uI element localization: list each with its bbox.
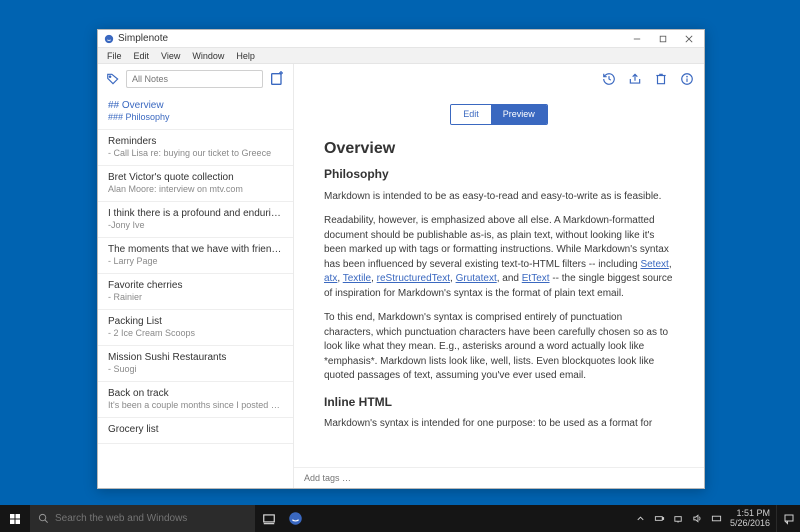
taskbar-app-simplenote[interactable] bbox=[282, 505, 309, 532]
note-list[interactable]: ## Overview ### Philosophy Reminders - C… bbox=[98, 94, 293, 488]
editor-pane: Edit Preview Overview Philosophy Markdow… bbox=[294, 64, 704, 488]
clock-date: 5/26/2016 bbox=[730, 519, 770, 528]
note-snippet: - Call Lisa re: buying our ticket to Gre… bbox=[108, 148, 283, 158]
menu-edit[interactable]: Edit bbox=[129, 51, 155, 61]
note-item[interactable]: The moments that we have with friend… - … bbox=[98, 238, 293, 274]
note-snippet: - 2 Ice Cream Scoops bbox=[108, 328, 283, 338]
note-title: I think there is a profound and enduri… bbox=[108, 208, 283, 219]
taskbar-clock[interactable]: 1:51 PM 5/26/2016 bbox=[730, 509, 770, 528]
info-icon[interactable] bbox=[680, 72, 694, 86]
note-paragraph: To this end, Markdown's syntax is compri… bbox=[324, 311, 674, 384]
note-item[interactable]: Grocery list bbox=[98, 418, 293, 444]
editor-toolbar bbox=[294, 64, 704, 94]
action-center-icon[interactable] bbox=[776, 505, 800, 532]
window-controls bbox=[624, 31, 702, 47]
view-toggle: Edit Preview bbox=[450, 104, 548, 125]
tag-input[interactable] bbox=[294, 467, 704, 488]
note-snippet: - Larry Page bbox=[108, 256, 283, 266]
note-item[interactable]: Bret Victor's quote collection Alan Moor… bbox=[98, 166, 293, 202]
note-item[interactable]: Favorite cherries - Rainier bbox=[98, 274, 293, 310]
note-snippet: - Rainier bbox=[108, 292, 283, 302]
system-tray: 1:51 PM 5/26/2016 bbox=[629, 509, 776, 528]
trash-icon[interactable] bbox=[654, 72, 668, 86]
note-item[interactable]: Back on track It's been a couple months … bbox=[98, 382, 293, 418]
note-title: ## Overview bbox=[108, 100, 283, 111]
note-paragraph: Readability, however, is emphasized abov… bbox=[324, 214, 674, 301]
app-icon bbox=[104, 34, 114, 44]
note-snippet: ### Philosophy bbox=[108, 112, 283, 122]
link-atx[interactable]: atx bbox=[324, 273, 337, 284]
tray-keyboard-icon[interactable] bbox=[711, 513, 722, 524]
search-icon bbox=[38, 513, 49, 524]
app-window: Simplenote File Edit View Window Help bbox=[97, 29, 705, 489]
link-ettext[interactable]: EtText bbox=[522, 273, 550, 284]
taskbar-search-input[interactable] bbox=[55, 513, 247, 524]
note-paragraph: Markdown is intended to be as easy-to-re… bbox=[324, 190, 674, 205]
note-item[interactable]: ## Overview ### Philosophy bbox=[98, 94, 293, 130]
note-title: Bret Victor's quote collection bbox=[108, 172, 283, 183]
edit-toggle[interactable]: Edit bbox=[451, 105, 491, 124]
main-content: ## Overview ### Philosophy Reminders - C… bbox=[98, 64, 704, 488]
menu-file[interactable]: File bbox=[102, 51, 127, 61]
window-title: Simplenote bbox=[118, 33, 624, 44]
sidebar-header bbox=[98, 64, 293, 94]
taskbar: 1:51 PM 5/26/2016 bbox=[0, 505, 800, 532]
link-grutatext[interactable]: Grutatext bbox=[456, 273, 497, 284]
note-item[interactable]: Packing List - 2 Ice Cream Scoops bbox=[98, 310, 293, 346]
note-title: The moments that we have with friend… bbox=[108, 244, 283, 255]
minimize-button[interactable] bbox=[624, 31, 650, 47]
note-paragraph: Markdown's syntax is intended for one pu… bbox=[324, 417, 674, 432]
taskbar-search[interactable] bbox=[30, 505, 255, 532]
link-setext[interactable]: Setext bbox=[640, 259, 668, 270]
note-title: Reminders bbox=[108, 136, 283, 147]
tray-chevron-up-icon[interactable] bbox=[635, 513, 646, 524]
note-item[interactable]: Reminders - Call Lisa re: buying our tic… bbox=[98, 130, 293, 166]
task-view-icon[interactable] bbox=[255, 505, 282, 532]
note-title: Mission Sushi Restaurants bbox=[108, 352, 283, 363]
titlebar: Simplenote bbox=[98, 30, 704, 48]
tags-icon[interactable] bbox=[106, 72, 120, 86]
start-button[interactable] bbox=[0, 505, 30, 532]
tray-volume-icon[interactable] bbox=[692, 513, 703, 524]
note-title: Grocery list bbox=[108, 424, 283, 435]
tray-network-icon[interactable] bbox=[673, 513, 684, 524]
note-title: Back on track bbox=[108, 388, 283, 399]
search-input[interactable] bbox=[126, 70, 263, 88]
note-snippet: -Jony Ive bbox=[108, 220, 283, 230]
note-item[interactable]: Mission Sushi Restaurants - Suogi bbox=[98, 346, 293, 382]
note-title: Favorite cherries bbox=[108, 280, 283, 291]
note-item[interactable]: I think there is a profound and enduri… … bbox=[98, 202, 293, 238]
share-icon[interactable] bbox=[628, 72, 642, 86]
editor-body[interactable]: Edit Preview Overview Philosophy Markdow… bbox=[294, 94, 704, 467]
note-h2: Inline HTML bbox=[324, 394, 674, 411]
sidebar: ## Overview ### Philosophy Reminders - C… bbox=[98, 64, 294, 488]
note-snippet: - Suogi bbox=[108, 364, 283, 374]
menubar: File Edit View Window Help bbox=[98, 48, 704, 64]
new-note-icon[interactable] bbox=[269, 71, 285, 87]
note-title: Packing List bbox=[108, 316, 283, 327]
note-text: Readability, however, is emphasized abov… bbox=[324, 215, 669, 270]
link-textile[interactable]: Textile bbox=[343, 273, 371, 284]
menu-view[interactable]: View bbox=[156, 51, 185, 61]
note-h1: Overview bbox=[324, 137, 674, 160]
close-button[interactable] bbox=[676, 31, 702, 47]
link-restructuredtext[interactable]: reStructuredText bbox=[377, 273, 450, 284]
note-snippet: It's been a couple months since I posted… bbox=[108, 400, 283, 410]
note-h2: Philosophy bbox=[324, 166, 674, 183]
menu-window[interactable]: Window bbox=[187, 51, 229, 61]
history-icon[interactable] bbox=[602, 72, 616, 86]
menu-help[interactable]: Help bbox=[231, 51, 260, 61]
preview-toggle[interactable]: Preview bbox=[491, 105, 547, 124]
maximize-button[interactable] bbox=[650, 31, 676, 47]
note-snippet: Alan Moore: interview on mtv.com bbox=[108, 184, 283, 194]
tray-battery-icon[interactable] bbox=[654, 513, 665, 524]
